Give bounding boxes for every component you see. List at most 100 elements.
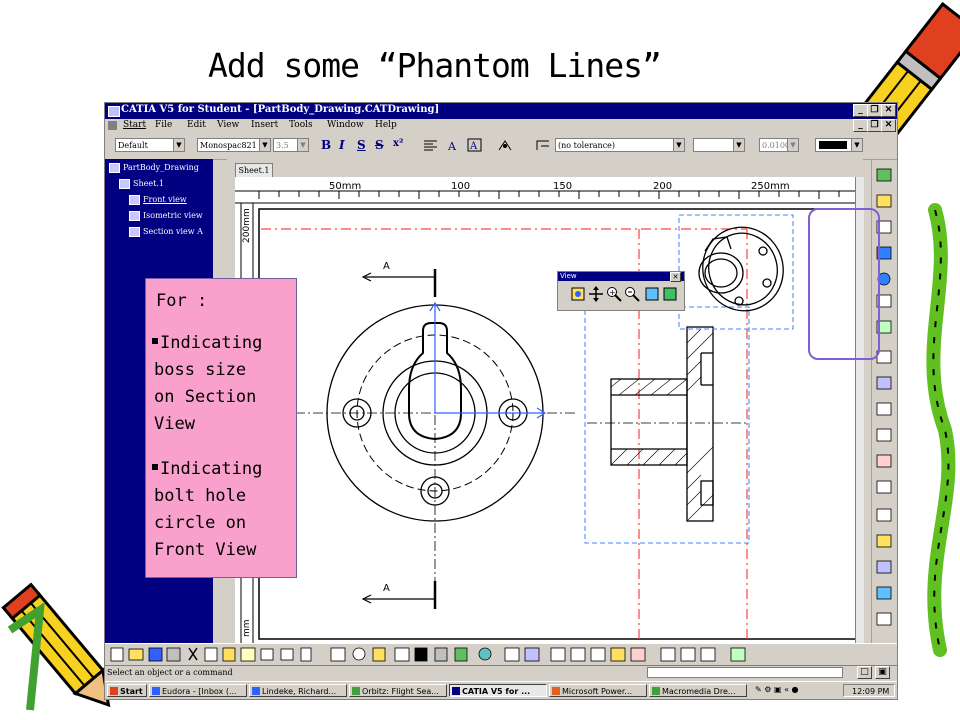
start-button[interactable]: Start <box>107 684 147 697</box>
callout-heading: For : <box>156 291 208 311</box>
command-input[interactable] <box>647 667 843 678</box>
zoom-out-icon[interactable] <box>624 286 640 302</box>
pan-icon[interactable] <box>588 286 604 302</box>
chevron-down-icon: ▼ <box>673 139 684 151</box>
start-label: Start <box>120 687 143 696</box>
precision-combo-value: 0.0100 <box>762 141 790 150</box>
dimension-icon[interactable] <box>535 138 551 153</box>
minimize-button[interactable]: _ <box>853 104 868 117</box>
section-hatching <box>610 328 714 522</box>
taskbar-item-powerpoint[interactable]: Microsoft Power... <box>549 684 647 697</box>
horizontal-ruler-ticks <box>258 191 840 199</box>
status-text: Select an object or a command <box>107 668 233 677</box>
section-view <box>587 326 747 522</box>
view-palette-header: View <box>558 272 684 281</box>
tree-view-section-label: Section view A <box>143 227 203 236</box>
dreamweaver-icon <box>652 687 660 695</box>
taskbar-item-catia[interactable]: CATIA V5 for ... <box>449 684 547 697</box>
callout-item-1-line-1: Indicating <box>152 333 262 353</box>
view-palette[interactable]: View ✕ + <box>557 271 685 311</box>
svg-text:A: A <box>447 140 457 153</box>
zoom-in-icon[interactable]: + <box>606 286 622 302</box>
drawing-sheet[interactable]: 50mm 100 150 200 250mm 200mm 150 100 mm <box>235 177 863 643</box>
strikethrough-button[interactable]: S <box>375 138 384 152</box>
window-title: CATIA V5 for Student - [PartBody_Drawing… <box>121 104 440 115</box>
taskbar-item-powerpoint-label: Microsoft Power... <box>562 687 633 696</box>
drawing-icon <box>109 163 120 173</box>
fit-all-icon[interactable] <box>570 286 586 302</box>
tree-view-front-label: Front view <box>143 195 187 204</box>
view-palette-close[interactable]: ✕ <box>670 272 681 282</box>
section-view-frame <box>584 306 750 544</box>
tree-sheet-label: Sheet.1 <box>133 179 164 188</box>
font-combo[interactable]: Monospac821 B ▼ <box>197 138 271 152</box>
tree-view-isometric-label: Isometric view <box>143 211 203 220</box>
pencil-clipart-right <box>926 203 956 657</box>
status-button-1[interactable]: □ <box>857 666 872 679</box>
callout-item-2-line-3: circle on <box>154 513 247 533</box>
taskbar-item-dreamweaver-label: Macromedia Dre... <box>662 687 736 696</box>
taskbar-item-orbitz[interactable]: Orbitz: Flight Sea... <box>349 684 447 697</box>
superscript-button[interactable]: x² <box>393 138 403 149</box>
taskbar-item-dreamweaver[interactable]: Macromedia Dre... <box>649 684 747 697</box>
taskbar-item-catia-label: CATIA V5 for ... <box>462 687 531 696</box>
tree-sheet[interactable]: Sheet.1 <box>119 179 164 189</box>
status-button-2[interactable]: ▣ <box>875 666 890 679</box>
restore-button[interactable]: ❒ <box>867 104 882 117</box>
tree-root[interactable]: PartBody_Drawing <box>109 163 199 173</box>
taskbar-item-lindeke[interactable]: Lindeke, Richard... <box>249 684 347 697</box>
anchor-point-icon[interactable] <box>497 138 513 153</box>
tray-icons[interactable]: ✎ ⚙ ▣ « ● <box>755 685 841 697</box>
doc-restore-button[interactable]: ❒ <box>867 119 882 132</box>
style-combo[interactable]: Default ▼ <box>115 138 185 152</box>
doc-minimize-button[interactable]: _ <box>853 119 868 132</box>
chevron-down-icon: ▼ <box>297 139 308 151</box>
clock-text: 12:09 PM <box>852 687 890 696</box>
menu-tools[interactable]: Tools <box>289 120 313 130</box>
menu-file[interactable]: File <box>155 120 172 130</box>
tree-view-front[interactable]: Front view <box>129 195 187 205</box>
catia-icon <box>452 687 460 695</box>
bullet-icon <box>152 338 158 344</box>
doc-menu-icon[interactable] <box>108 121 117 130</box>
menu-help[interactable]: Help <box>375 120 397 130</box>
bold-button[interactable]: B <box>321 138 331 152</box>
normal-view-icon[interactable] <box>644 286 660 302</box>
powerpoint-icon <box>552 687 560 695</box>
svg-text:A: A <box>469 141 478 152</box>
isometric-view <box>698 226 784 312</box>
size-combo[interactable]: 3.5 ▼ <box>273 138 309 152</box>
tolerance-combo[interactable]: (no tolerance) ▼ <box>555 138 685 152</box>
palette-highlight <box>808 208 880 360</box>
document-icon <box>252 687 260 695</box>
multi-view-icon[interactable] <box>662 286 678 302</box>
text-frame-icon[interactable]: A <box>445 139 461 153</box>
close-button[interactable]: ✕ <box>881 104 896 117</box>
menu-window[interactable]: Window <box>327 120 364 130</box>
view-icon <box>129 211 140 221</box>
doc-close-button[interactable]: ✕ <box>881 119 896 132</box>
taskbar-item-eudora-label: Eudora - [Inbox (... <box>162 687 237 696</box>
taskbar-item-eudora[interactable]: Eudora - [Inbox (... <box>149 684 247 697</box>
v-ruler-label-200mm: 200mm <box>242 208 252 243</box>
status-bar: Select an object or a command □ ▣ <box>105 665 897 680</box>
tab-sheet-1[interactable]: Sheet.1 <box>235 163 273 177</box>
align-left-icon[interactable] <box>423 139 439 153</box>
standard-toolbar <box>105 643 897 666</box>
tolerance-value-combo[interactable]: ▼ <box>693 138 745 152</box>
precision-combo[interactable]: 0.0100 ▼ <box>759 138 799 152</box>
menu-insert[interactable]: Insert <box>251 120 278 130</box>
sheet-icon <box>119 179 130 189</box>
slide-title: Add some “Phantom Lines” <box>208 46 662 85</box>
menu-edit[interactable]: Edit <box>187 120 206 130</box>
text-frame-box-icon[interactable]: A <box>467 138 483 153</box>
menu-start[interactable]: Start <box>123 120 146 130</box>
standard-toolbar-icons[interactable] <box>105 644 897 666</box>
tree-view-isometric[interactable]: Isometric view <box>129 211 203 221</box>
tree-view-section[interactable]: Section view A <box>129 227 203 237</box>
italic-button[interactable]: I <box>339 138 345 152</box>
line-color-combo[interactable]: ▼ <box>815 138 863 152</box>
underline-button[interactable]: S <box>357 138 366 152</box>
menu-view[interactable]: View <box>217 120 239 130</box>
ruler-label-200: 200 <box>653 181 672 192</box>
